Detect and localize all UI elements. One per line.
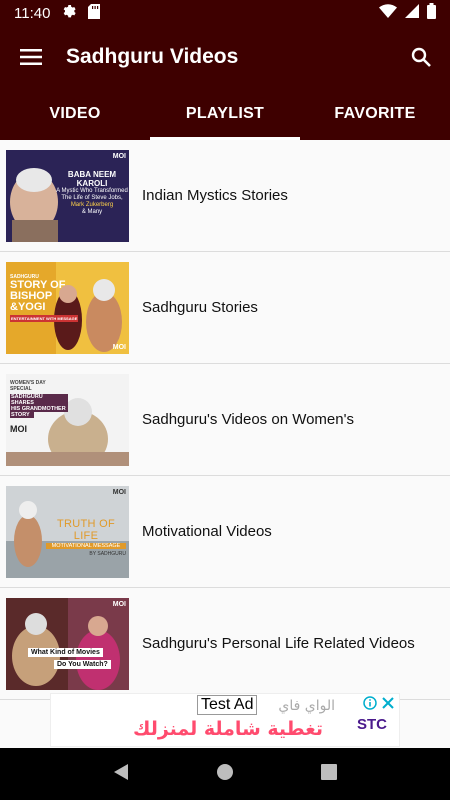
- thumb-text: STORY: [10, 411, 34, 418]
- app-title: Sadhguru Videos: [66, 45, 239, 68]
- ad-label: Test Ad: [197, 695, 258, 715]
- thumb-logo: MOI: [112, 343, 126, 351]
- playlist-item[interactable]: TRUTH OF LIFE MOTIVATIONAL MESSAGE BY SA…: [0, 476, 450, 588]
- recents-icon[interactable]: [320, 763, 337, 785]
- ad-text-main: تغطية شاملة لمنزلك: [133, 718, 324, 740]
- thumb-text: A Mystic Who Transformed: [56, 187, 128, 194]
- search-icon[interactable]: [392, 27, 450, 87]
- thumb-text: ENTERTAINMENT WITH MESSAGE: [10, 314, 79, 322]
- status-bar: 11:40: [0, 0, 450, 27]
- home-icon[interactable]: [216, 763, 234, 786]
- thumb-text: BABA NEEM KAROLI: [67, 169, 117, 188]
- system-nav-bar: [0, 748, 450, 800]
- thumb-text: WOMEN'S DAY SPECIAL: [10, 379, 46, 392]
- thumb-text: Mark Zukerberg: [70, 201, 114, 208]
- thumb-text: &YOGI: [10, 300, 46, 313]
- playlist-item[interactable]: BABA NEEM KAROLI A Mystic Who Transforme…: [0, 140, 450, 252]
- playlist-title: Sadhguru's Videos on Women's: [142, 411, 354, 428]
- sd-card-icon: [88, 3, 101, 24]
- thumb-logo: MOI: [112, 152, 126, 160]
- app-bar: Sadhguru Videos: [0, 27, 450, 87]
- thumb-text: BISHOP: [10, 289, 53, 302]
- thumb-text: HIS GRANDMOTHER: [10, 405, 68, 412]
- settings-gear-icon: [62, 3, 78, 24]
- signal-icon: [405, 4, 419, 23]
- playlist-thumbnail: WOMEN'S DAY SPECIAL SADHGURU SHARES HIS …: [6, 373, 129, 466]
- tab-playlist[interactable]: PLAYLIST: [150, 87, 300, 140]
- playlist-title: Motivational Videos: [142, 523, 272, 540]
- thumb-text: MOTIVATIONAL MESSAGE: [46, 542, 126, 549]
- tab-favorite[interactable]: FAVORITE: [300, 87, 450, 140]
- thumb-logo: MOI: [10, 423, 27, 434]
- ad-brand-logo: STC: [357, 716, 387, 733]
- playlist-list: BABA NEEM KAROLI A Mystic Who Transforme…: [0, 140, 450, 700]
- thumb-text: SADHGURU SHARES: [10, 393, 68, 406]
- thumb-logo: MOI: [112, 600, 126, 608]
- thumb-logo: MOI: [112, 488, 126, 496]
- tab-video[interactable]: VIDEO: [0, 87, 150, 140]
- tab-bar: VIDEO PLAYLIST FAVORITE: [0, 87, 450, 140]
- playlist-item[interactable]: SADHGURU STORY OF BISHOP &YOGI ENTERTAIN…: [0, 252, 450, 364]
- thumb-text: The Life of Steve Jobs,: [61, 194, 123, 201]
- playlist-thumbnail: What Kind of Movies Do You Watch? MOI: [6, 597, 129, 690]
- ad-info-icon[interactable]: [363, 696, 377, 715]
- playlist-thumbnail: SADHGURU STORY OF BISHOP &YOGI ENTERTAIN…: [6, 261, 129, 354]
- playlist-title: Indian Mystics Stories: [142, 187, 288, 204]
- playlist-thumbnail: TRUTH OF LIFE MOTIVATIONAL MESSAGE BY SA…: [6, 485, 129, 578]
- thumb-text: & Many: [81, 208, 103, 215]
- wifi-icon: [379, 4, 397, 23]
- ad-close-icon[interactable]: [381, 696, 395, 715]
- thumb-text: BY SADHGURU: [89, 550, 126, 557]
- hamburger-menu-icon[interactable]: [0, 27, 62, 87]
- ad-text-top: الواي فاي: [278, 698, 335, 714]
- battery-icon: [427, 3, 436, 24]
- thumb-text: Do You Watch?: [57, 660, 108, 668]
- playlist-item[interactable]: WOMEN'S DAY SPECIAL SADHGURU SHARES HIS …: [0, 364, 450, 476]
- back-icon[interactable]: [113, 763, 129, 786]
- playlist-thumbnail: BABA NEEM KAROLI A Mystic Who Transforme…: [6, 149, 129, 242]
- ad-banner[interactable]: Test Ad الواي فاي تغطية شاملة لمنزلك STC: [50, 693, 400, 747]
- playlist-title: Sadhguru's Personal Life Related Videos: [142, 635, 415, 652]
- status-time: 11:40: [14, 5, 51, 22]
- playlist-item[interactable]: What Kind of Movies Do You Watch? MOI Sa…: [0, 588, 450, 700]
- playlist-title: Sadhguru Stories: [142, 299, 258, 316]
- thumb-text: TRUTH OF LIFE: [56, 517, 115, 542]
- thumb-text: What Kind of Movies: [31, 648, 100, 656]
- thumb-text: STORY OF: [10, 278, 66, 291]
